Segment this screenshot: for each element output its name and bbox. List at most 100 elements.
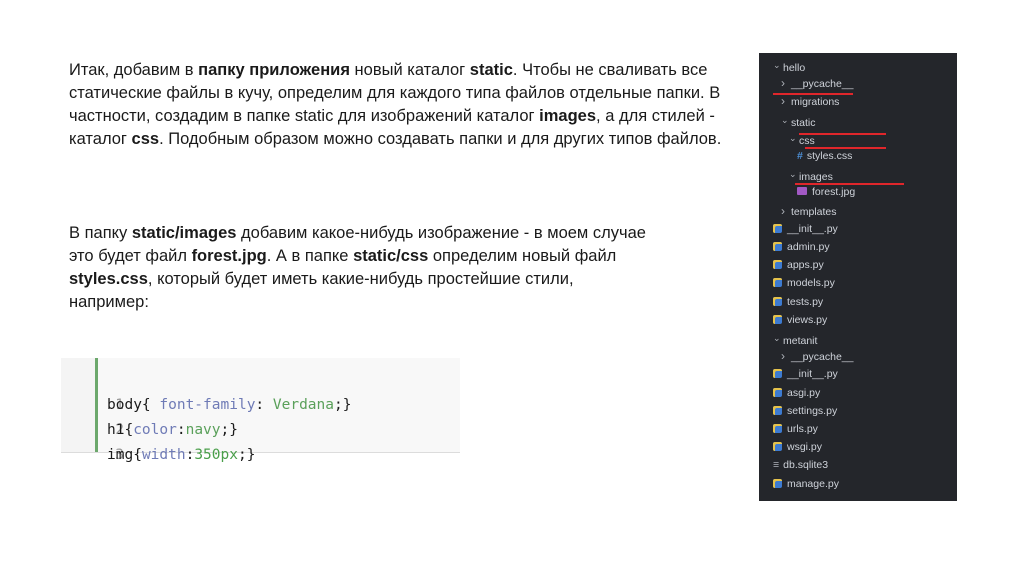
image-file-icon [797,187,807,196]
tree-item-label: static [791,116,816,129]
bold-term: папку приложения [198,61,350,79]
tree-item-urls-py[interactable]: urls.py [773,420,818,438]
highlight-underline [799,133,886,135]
tree-item-manage-py[interactable]: manage.py [773,475,839,493]
python-file-icon [773,387,782,397]
bold-term: static/images [131,224,237,242]
file-explorer-tree: ⌄ hello › __pycache__ › migrations ⌄ static ⌄ css… [759,53,957,501]
python-file-icon [773,369,782,379]
tree-item-label: __pycache__ [791,78,854,91]
code-line: 2 h1{color:navy;} [61,394,238,438]
tree-item-init-py[interactable]: __init__.py [773,365,838,383]
brace: { [133,447,142,463]
tree-item-label: migrations [791,96,840,109]
tree-item-init-py[interactable]: __init__.py [773,220,838,238]
css-file-icon: # [797,150,803,162]
python-file-icon [773,296,782,306]
python-file-icon [773,442,782,452]
value: Verdana [272,397,334,413]
brace: ;} [237,447,256,463]
chevron-down-icon: ⌄ [781,114,789,125]
tree-item-label: wsgi.py [787,441,823,454]
intro-paragraph: Итак, добавим в папку приложения новый к… [69,59,729,151]
tree-item-pycache[interactable]: › __pycache__ [781,347,853,365]
tree-item-apps-py[interactable]: apps.py [773,256,824,274]
python-file-icon [773,223,782,233]
tree-item-migrations[interactable]: › migrations [781,92,839,110]
tree-item-label: __pycache__ [791,351,854,364]
text: определим новый файл [428,247,617,265]
tree-item-label: tests.py [787,295,824,308]
bold-term: css [131,130,160,148]
bold-term: static/css [353,247,429,265]
code-line: 3 img{width:350px;} [61,419,255,463]
colon: : [255,397,273,413]
tree-item-admin-py[interactable]: admin.py [773,238,830,256]
brace: ;} [334,397,352,413]
tree-item-label: hello [783,62,806,74]
tree-item-label: styles.css [806,150,853,162]
tree-item-models-py[interactable]: models.py [773,274,835,292]
highlight-underline [773,93,853,95]
tree-item-label: asgi.py [787,386,821,399]
tree-item-tests-py[interactable]: tests.py [773,293,823,311]
chevron-down-icon: ⌄ [773,333,781,343]
tree-item-label: __init__.py [787,368,838,381]
python-file-icon [773,242,782,251]
chevron-right-icon: › [781,349,785,364]
tree-item-css[interactable]: ⌄ css [789,129,815,147]
python-file-icon [773,260,782,270]
tree-item-styles-css[interactable]: # styles.css [797,147,852,165]
highlight-underline [795,183,904,185]
tree-item-label: css [799,134,815,147]
text: . Подобным образом можно создавать папки… [159,130,722,148]
text: В папку [69,224,132,242]
tree-item-metanit[interactable]: ⌄ metanit [773,329,817,347]
tree-item-forest-jpg[interactable]: forest.jpg [797,183,855,201]
tree-item-label: templates [791,205,837,218]
chevron-down-icon: ⌄ [789,169,797,180]
text: Итак, добавим в [69,61,199,79]
tree-item-hello[interactable]: ⌄ hello [773,56,805,74]
property: color [133,422,177,438]
images-paragraph: В папку static/images добавим какое-нибу… [69,222,649,314]
tree-item-label: apps.py [787,259,824,272]
python-file-icon [773,424,782,433]
value: navy [185,422,221,438]
tree-item-templates[interactable]: › templates [781,202,837,220]
property: font-family [159,397,256,413]
selector: img [107,447,134,463]
highlight-underline [805,147,886,149]
property: width [141,447,186,463]
tree-item-asgi-py[interactable]: asgi.py [773,384,820,402]
code-block: 1 body{ font-family: Verdana;} 2 h1{color:… [61,358,460,463]
tree-item-label: metanit [783,335,818,347]
text: новый каталог [349,61,470,79]
tree-item-static[interactable]: ⌄ static [781,111,816,129]
chevron-right-icon: › [781,203,785,218]
tree-item-label: settings.py [787,404,838,417]
tree-item-label: forest.jpg [812,186,856,199]
code-line: 1 body{ font-family: Verdana;} [61,369,351,413]
bold-term: images [539,107,597,125]
tree-item-settings-py[interactable]: settings.py [773,402,837,420]
tree-item-wsgi-py[interactable]: wsgi.py [773,438,822,456]
tree-item-label: db.sqlite3 [783,459,829,472]
chevron-down-icon: ⌄ [789,132,797,143]
chevron-down-icon: ⌄ [773,60,781,70]
tree-item-label: images [799,171,833,184]
bold-term: styles.css [69,270,148,288]
tree-item-images[interactable]: ⌄ images [789,165,833,183]
bold-term: forest.jpg [191,247,267,265]
tree-item-db-sqlite3[interactable]: ≡ db.sqlite3 [773,456,828,474]
tree-item-views-py[interactable]: views.py [773,311,827,329]
value: 350px [194,447,238,463]
tree-item-label: manage.py [787,477,839,490]
tree-item-label: urls.py [787,423,818,435]
python-file-icon [773,478,782,488]
chevron-right-icon: › [781,76,785,91]
brace: ;} [220,422,238,438]
text: . А в папке [266,247,354,265]
database-file-icon: ≡ [773,459,780,472]
tree-item-pycache[interactable]: › __pycache__ [781,74,853,92]
